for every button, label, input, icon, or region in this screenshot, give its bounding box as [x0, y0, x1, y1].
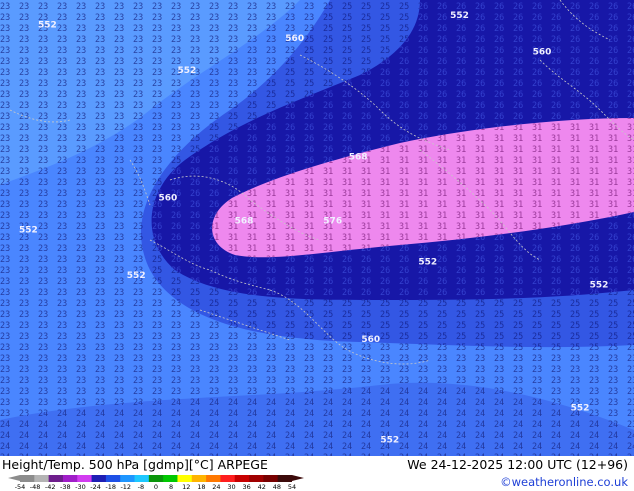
contour-label: 568 — [235, 216, 254, 226]
colorbar-swatch — [263, 475, 279, 482]
weather-map: 23 25 26 31 24 — [0, 0, 634, 456]
colorbar-swatch — [77, 475, 93, 482]
colorbar-swatch — [91, 475, 107, 482]
contour-label: 552 — [571, 403, 590, 413]
colorbar-swatch — [177, 475, 193, 482]
contour-label: 568 — [349, 153, 368, 163]
colorbar-swatch — [206, 475, 221, 482]
contour-label: 560 — [285, 34, 304, 44]
contour-label: 552 — [19, 226, 38, 236]
colorbar-swatch — [105, 475, 121, 482]
colorbar-swatch — [234, 475, 250, 482]
colorbar-swatch — [48, 475, 64, 482]
map-title: Height/Temp. 500 hPa [gdmp][°C] ARPEGE — [2, 457, 268, 472]
contour-label: 560 — [159, 194, 178, 204]
credit-link[interactable]: ©weatheronline.co.uk — [500, 475, 628, 489]
colorbar-swatch — [148, 475, 164, 482]
contour-label: 560 — [533, 48, 552, 58]
title-row: Height/Temp. 500 hPa [gdmp][°C] ARPEGE W… — [2, 457, 632, 473]
contour-label: 560 — [361, 335, 380, 345]
colorbar-swatch — [163, 475, 178, 482]
colorbar-swatch — [20, 475, 35, 482]
contour-label: 552 — [590, 280, 609, 290]
contour-label: 552 — [178, 66, 197, 76]
colorbar-swatch — [191, 475, 207, 482]
colorbar-swatch — [34, 475, 50, 482]
contour-label: 576 — [323, 216, 342, 226]
colorbar-swatch — [134, 475, 150, 482]
contour-label: 552 — [38, 20, 57, 30]
map-canvas: 23 25 26 31 24 — [0, 0, 634, 456]
colorbar-swatch — [120, 475, 136, 482]
colorbar-swatch — [220, 475, 236, 482]
map-footer: Height/Temp. 500 hPa [gdmp][°C] ARPEGE W… — [0, 456, 634, 491]
colorbar — [20, 475, 292, 482]
valid-time: We 24-12-2025 12:00 UTC (12+96) — [407, 457, 628, 472]
contour-label: 552 — [127, 271, 146, 281]
colorbar-swatch — [62, 475, 78, 482]
colorbar-swatch — [249, 475, 264, 482]
contour-label: 552 — [380, 435, 399, 445]
colorbar-min-arrow — [8, 475, 20, 481]
contour-label: 552 — [450, 11, 469, 21]
colorbar-max-arrow — [292, 475, 304, 481]
colorbar-swatch — [277, 475, 292, 482]
contour-label: 552 — [418, 258, 437, 268]
